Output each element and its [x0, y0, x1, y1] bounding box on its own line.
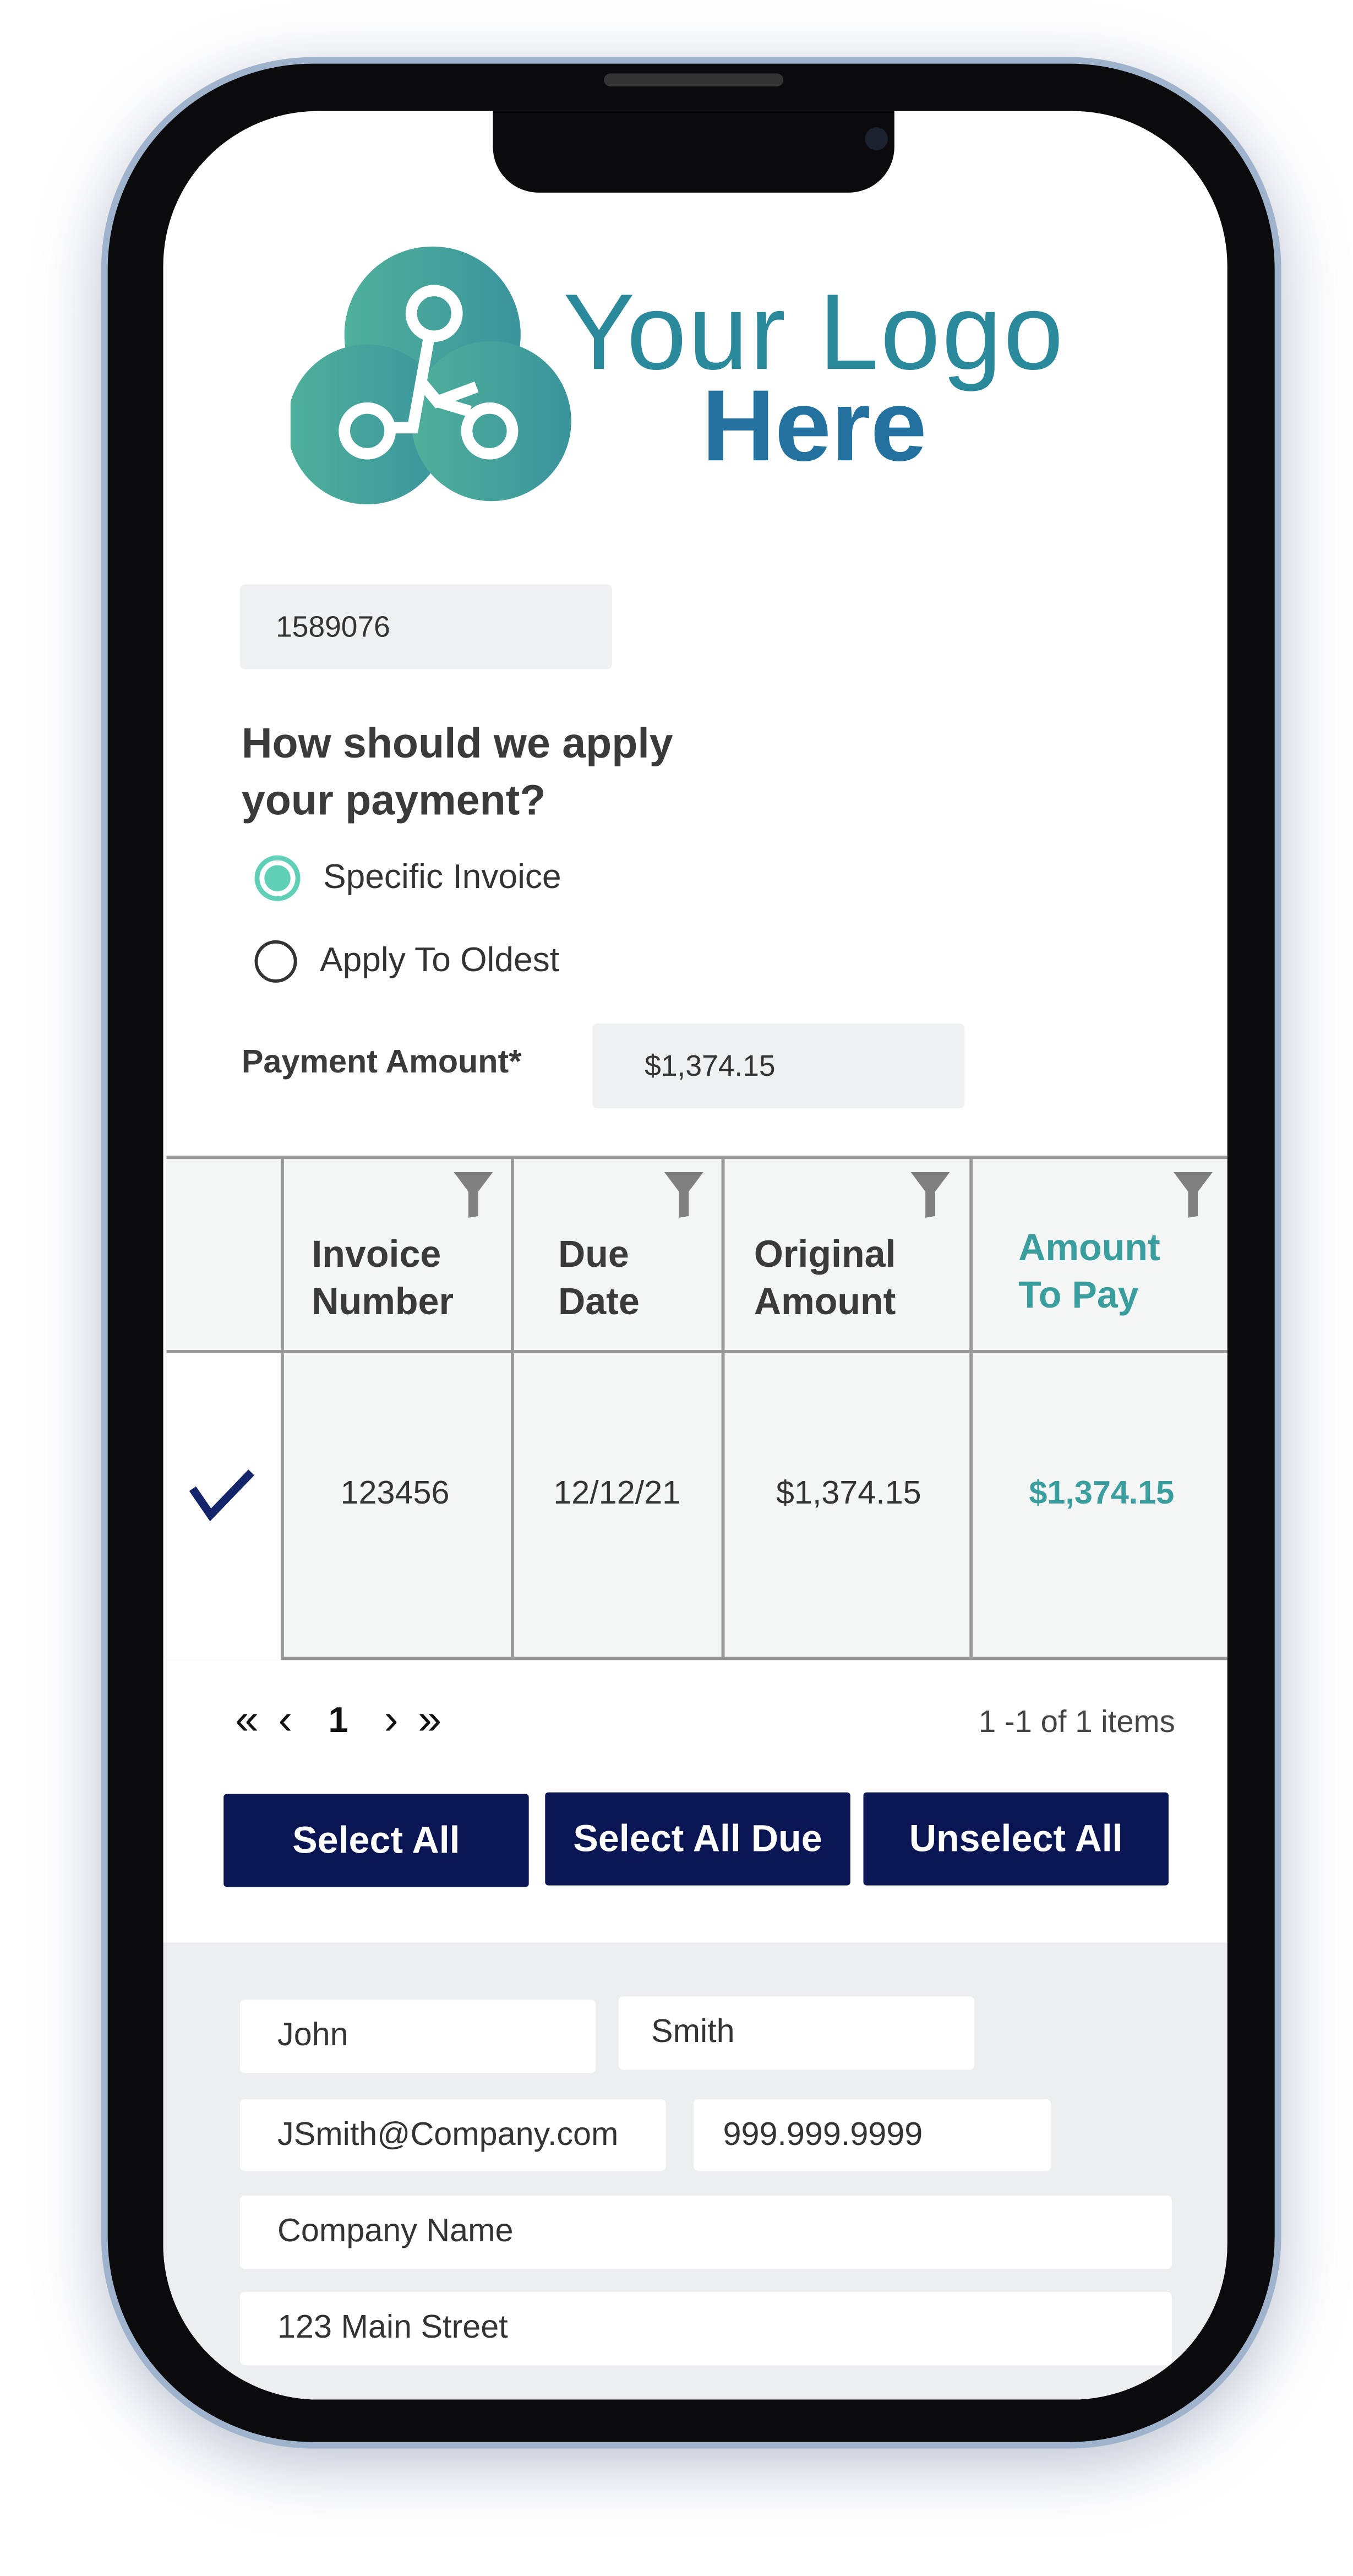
checkmark-icon[interactable]	[189, 1469, 258, 1522]
email-input[interactable]: JSmith@Company.com	[239, 2099, 666, 2171]
page-number[interactable]: 1	[328, 1698, 348, 1741]
payment-amount-input[interactable]: $1,374.15	[592, 1023, 965, 1109]
header-original-amount[interactable]: Original Amount	[754, 1231, 896, 1326]
pagination-summary: 1 -1 of 1 items	[978, 1706, 1175, 1740]
radio-label: Specific Invoice	[323, 858, 561, 896]
cell-due-date: 12/12/21	[553, 1475, 681, 1512]
account-number-input[interactable]: 1589076	[239, 584, 612, 669]
speaker-grille	[604, 73, 784, 87]
contact-section: John Smith JSmith@Company.com 999.999.99…	[163, 1942, 1227, 2400]
invoice-table: Invoice Number Due Date Original Amount Amo…	[166, 1156, 1227, 1660]
first-name-input[interactable]: John	[239, 2000, 596, 2073]
filter-icon[interactable]	[454, 1172, 493, 1218]
filter-icon[interactable]	[910, 1172, 950, 1218]
payment-question: How should we apply your payment?	[242, 715, 673, 830]
filter-icon[interactable]	[1173, 1172, 1213, 1218]
radio-selected-icon[interactable]	[254, 855, 301, 901]
logo-icon	[290, 246, 571, 505]
next-page-button[interactable]: ›	[384, 1695, 399, 1745]
phone-screen: Your Logo Here 1589076 How should we app…	[163, 111, 1227, 2400]
last-page-button[interactable]: »	[418, 1695, 441, 1745]
company-input[interactable]: Company Name	[239, 2195, 1172, 2269]
radio-specific-invoice[interactable]: Specific Invoice	[254, 855, 561, 901]
cell-amount-to-pay[interactable]: $1,374.15	[999, 1475, 1205, 1513]
cell-invoice-number: 123456	[340, 1475, 450, 1512]
filter-icon[interactable]	[664, 1172, 703, 1218]
header-invoice-number[interactable]: Invoice Number	[312, 1231, 454, 1326]
cell-original-amount: $1,374.15	[776, 1475, 921, 1512]
select-all-button[interactable]: Select All	[223, 1794, 529, 1887]
select-all-due-button[interactable]: Select All Due	[545, 1792, 850, 1886]
notch	[493, 111, 894, 193]
prev-page-button[interactable]: ‹	[278, 1695, 292, 1745]
last-name-input[interactable]: Smith	[618, 1996, 975, 2070]
radio-apply-to-oldest[interactable]: Apply To Oldest	[254, 940, 560, 983]
radio-label: Apply To Oldest	[320, 941, 560, 979]
phone-input[interactable]: 999.999.9999	[694, 2099, 1051, 2171]
radio-unselected-icon[interactable]	[254, 940, 297, 983]
header-due-date[interactable]: Due Date	[558, 1231, 640, 1326]
unselect-all-button[interactable]: Unselect All	[863, 1792, 1169, 1886]
payment-amount-label: Payment Amount*	[241, 1044, 522, 1081]
first-page-button[interactable]: «	[235, 1695, 259, 1745]
pagination: « ‹ 1 › »	[235, 1695, 441, 1745]
question-line1: How should we apply	[241, 718, 673, 767]
address-input[interactable]: 123 Main Street	[239, 2291, 1172, 2366]
header-amount-to-pay[interactable]: Amount To Pay	[1018, 1224, 1160, 1319]
question-line2: your payment?	[241, 775, 546, 825]
logo-text-line2: Here	[701, 371, 927, 483]
camera-icon	[865, 127, 888, 150]
